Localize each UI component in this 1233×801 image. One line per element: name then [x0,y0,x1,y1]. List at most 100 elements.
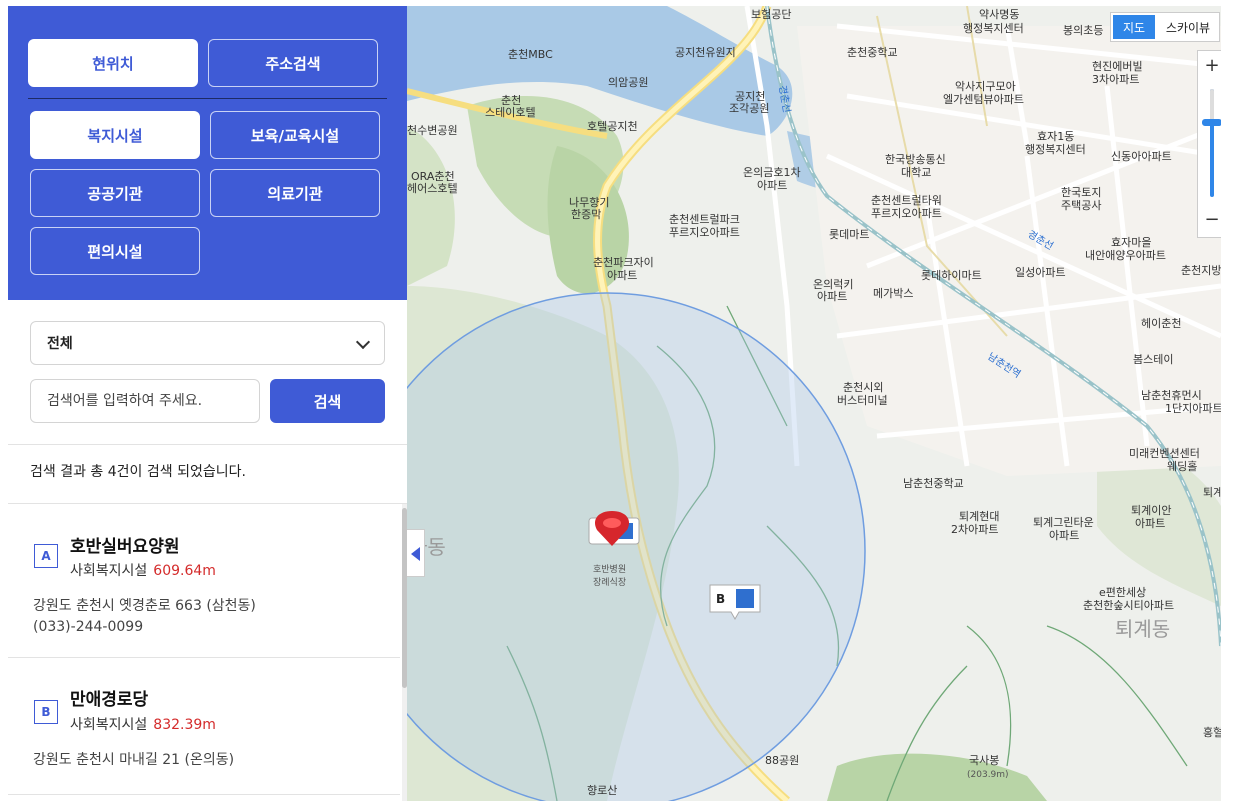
marker-b-label: B [716,592,725,606]
zoom-in-button[interactable]: + [1198,53,1221,81]
map-label: 일성아파트 [1015,265,1066,279]
category-childcare-button[interactable]: 보육/교육시설 [210,111,380,159]
map-label: 남춘천중학교 [903,476,964,490]
divider [8,444,407,445]
map-label: 버스터미널 [837,394,888,407]
result-summary: 검색 결과 총 4건이 검색 되었습니다. [30,464,246,480]
map-label: 봉의초등 [1063,24,1103,37]
map-label: 공지천유원지 [675,45,736,59]
map-label: 퇴계 [1203,486,1221,499]
result-address: 강원도 춘천시 마내길 21 (온의동) [33,752,235,768]
map-label: 국사봉 [969,754,999,767]
map-label: 춘천MBC [508,47,553,61]
map-label: 춘천 [501,93,521,107]
map-label: 호반병원 [593,564,626,575]
panel-collapse-button[interactable] [407,529,425,577]
map-label: 호텔공지천 [587,119,638,133]
result-marker-a: A [34,544,58,568]
map-label: 2차아파트 [951,523,998,536]
map-label: 아파트 [1049,529,1079,542]
map-label: 엘가센텀뷰아파트 [943,93,1024,106]
map-label: 효자1동 [1037,130,1074,143]
category-welfare-button[interactable]: 복지시설 [30,111,200,159]
map-label: 춘천파크자이 [593,255,654,269]
app-root: 현위치 주소검색 복지시설 보육/교육시설 공공기관 의료기관 편의시설 전체 … [0,0,1233,801]
category-panel: 현위치 주소검색 복지시설 보육/교육시설 공공기관 의료기관 편의시설 [8,6,407,300]
result-name: 만애경로당 [70,690,149,710]
map-type-map-button[interactable]: 지도 [1113,15,1155,39]
map-label: 아파트 [1135,517,1165,530]
map-label: 한증막 [571,208,601,221]
category-convenience-button[interactable]: 편의시설 [30,227,200,275]
map-label: 조각공원 [729,102,769,115]
zoom-out-button[interactable]: − [1198,207,1221,235]
result-item[interactable]: A 호반실버요양원 사회복지시설 609.64m 강원도 춘천시 옛경춘로 663… [8,504,400,658]
divider [28,98,387,99]
map-label: 1단지아파트 [1165,402,1221,415]
area-label: 퇴계동 [1115,617,1170,641]
chevron-down-icon [355,334,371,350]
map-type-toggle: 지도 스카이뷰 [1110,12,1220,42]
result-category-label: 사회복지시설 [70,563,148,579]
category-medical-button[interactable]: 의료기관 [210,169,380,217]
map-label: (203.9m) [967,770,1009,780]
result-name: 호반실버요양원 [70,537,180,557]
address-search-button[interactable]: 주소검색 [208,39,378,87]
map-label: 봄스테이 [1133,353,1173,366]
result-distance: 832.39m [153,717,216,733]
chevron-left-icon [411,547,420,561]
map-label: 3차아파트 [1092,73,1139,86]
map-canvas: 보험공단 약사명동 행정복지센터 봉의초등 춘천MBC 공지천유원지 춘천중학교… [407,6,1221,801]
result-category: 사회복지시설 609.64m [70,560,216,580]
map-label: 아파트 [757,179,787,192]
map-label: 대학교 [901,166,931,179]
map-label: 미래컨벤션센터 [1129,447,1200,460]
map-label: 웨딩홀 [1167,460,1197,473]
map-label: 퇴계현대 [959,510,999,523]
search-button[interactable]: 검색 [270,379,385,423]
zoom-control: + − [1197,50,1221,238]
map-label: 춘천센트럴타워 [871,193,942,207]
map-label: 춘천한숲시티아파트 [1083,598,1174,612]
map-label: 장례식장 [593,577,626,588]
map-label: 행정복지센터 [963,22,1024,35]
map-label: ORA춘천 [411,169,455,183]
result-marker-b: B [34,700,58,724]
result-address: 강원도 춘천시 옛경춘로 663 (삼천동) [33,598,256,614]
map-label: 춘천시외 [843,380,883,394]
map-label: 아파트 [817,290,847,303]
map-label: 현진에버빌 [1092,60,1143,73]
filter-select[interactable]: 전체 [30,321,385,365]
map-label: 의암공원 [608,76,648,89]
map-label: 푸르지오아파트 [669,226,740,239]
map-label: 약사명동 [979,7,1019,21]
map-label: 춘천중학교 [847,45,898,59]
map-label: 공지천 [735,89,765,103]
map-label: 스테이호텔 [485,106,536,119]
search-panel: 현위치 주소검색 복지시설 보육/교육시설 공공기관 의료기관 편의시설 전체 … [8,6,407,801]
map-label: 한국방송통신 [885,153,946,166]
map-label: 주택공사 [1061,199,1101,212]
map-label: 내안애양우아파트 [1085,249,1166,262]
map-label: 향로산 [587,784,617,797]
map-label: 롯데하이마트 [921,268,982,282]
result-item[interactable]: B 만애경로당 사회복지시설 832.39m 강원도 춘천시 마내길 21 (온의… [8,658,400,801]
zoom-track-top [1210,89,1214,121]
map-type-skyview-button[interactable]: 스카이뷰 [1157,13,1219,41]
divider [8,794,400,795]
map-label: 신동아아파트 [1111,150,1172,163]
map-view[interactable]: 보험공단 약사명동 행정복지센터 봉의초등 춘천MBC 공지천유원지 춘천중학교… [407,6,1221,801]
map-label: 퇴계이안 [1131,504,1171,517]
map-label: e편한세상 [1099,586,1146,599]
result-category: 사회복지시설 832.39m [70,714,216,734]
current-location-button[interactable]: 현위치 [28,39,198,87]
result-category-label: 사회복지시설 [70,717,148,733]
zoom-slider-handle[interactable] [1202,119,1221,126]
search-input[interactable] [30,379,260,423]
map-label: 헤어스호텔 [407,182,458,195]
result-distance: 609.64m [153,563,216,579]
map-label: 행정복지센터 [1025,143,1086,156]
map-label: 메가박스 [873,287,913,300]
map-label: 천수변공원 [407,123,458,137]
category-public-button[interactable]: 공공기관 [30,169,200,217]
